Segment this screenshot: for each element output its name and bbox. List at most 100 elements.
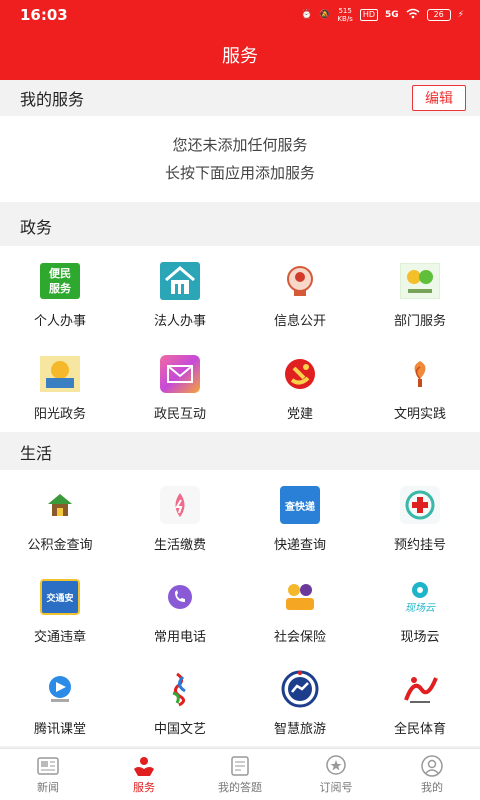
civilization-practice-icon: [399, 353, 441, 395]
service-utility[interactable]: 生活缴费: [120, 470, 240, 562]
service-smart-tourism[interactable]: 智慧旅游: [240, 654, 360, 746]
service-civilization[interactable]: 文明实践: [360, 339, 480, 431]
empty-hint-line1: 您还未添加任何服务: [172, 136, 308, 154]
utility-payment-icon: [159, 484, 201, 526]
service-label: 中国文艺: [153, 722, 206, 737]
sunshine-gov-icon: [39, 353, 81, 395]
national-sports-icon: [399, 668, 441, 710]
status-icons: ⏰ 🔕 515 KB/s HD 5G 26 ⚡: [301, 7, 464, 23]
service-label: 部门服务: [393, 314, 446, 329]
china-arts-icon: [159, 668, 201, 710]
empty-hint-line2: 长按下面应用添加服务: [164, 164, 315, 182]
service-housing-fund[interactable]: 公积金查询: [0, 470, 120, 562]
news-icon: [36, 755, 60, 777]
mute-icon: 🔕: [319, 10, 331, 20]
service-phone[interactable]: 常用电话: [120, 562, 240, 654]
social-insurance-icon: [279, 576, 321, 618]
service-label: 全民体育: [393, 722, 446, 737]
tab-quiz[interactable]: 我的答题: [192, 749, 288, 800]
status-time: 16:03: [20, 6, 68, 24]
smart-tourism-icon: [279, 668, 321, 710]
service-label: 预约挂号: [393, 538, 446, 553]
edit-button[interactable]: 编辑: [412, 85, 466, 111]
info-disclosure-icon: [279, 260, 321, 302]
traffic-violation-icon: 交通安: [39, 576, 81, 618]
page-title: 服务: [0, 30, 480, 80]
quiz-icon: [228, 755, 252, 777]
service-label: 阳光政务: [33, 407, 86, 422]
service-label: 快递查询: [273, 538, 326, 553]
gov-section-header: 政务: [0, 208, 480, 244]
service-label: 公积金查询: [27, 538, 93, 553]
service-legal[interactable]: 法人办事: [120, 246, 240, 338]
service-info[interactable]: 信息公开: [240, 246, 360, 338]
service-department[interactable]: 部门服务: [360, 246, 480, 338]
medical-appointment-icon: [399, 484, 441, 526]
service-sunshine[interactable]: 阳光政务: [0, 339, 120, 431]
tencent-classroom-icon: [39, 668, 81, 710]
service-live-cloud[interactable]: 现场云 现场云: [360, 562, 480, 654]
legal-entity-icon: [159, 260, 201, 302]
net-speed: 515 KB/s: [337, 7, 353, 23]
profile-icon: [420, 754, 444, 777]
life-section-title: 生活: [20, 444, 53, 463]
gov-grid: 便民 服务 个人办事 法人办事 信息公开 部门服务 阳光政务 政民互动 党建 文…: [0, 246, 480, 432]
subscription-icon: [324, 754, 348, 777]
service-interaction[interactable]: 政民互动: [120, 339, 240, 431]
tab-label: 我的: [421, 780, 443, 794]
service-label: 党建: [286, 407, 313, 422]
service-label: 个人办事: [33, 314, 86, 329]
hd-badge: HD: [359, 9, 379, 21]
signal-5g: 5G: [385, 10, 399, 20]
alarm-icon: ⏰: [300, 10, 313, 20]
tab-label: 服务: [133, 780, 155, 794]
service-label: 腾讯课堂: [33, 722, 86, 737]
service-label: 文明实践: [393, 407, 446, 422]
battery-indicator: 26: [426, 9, 451, 21]
service-party[interactable]: 党建: [240, 339, 360, 431]
service-china-arts[interactable]: 中国文艺: [120, 654, 240, 746]
life-grid: 公积金查询 生活缴费 查快递 快递查询 预约挂号 交通安 交通违章 常用电话 社: [0, 470, 480, 746]
service-appointment[interactable]: 预约挂号: [360, 470, 480, 562]
service-label: 生活缴费: [153, 538, 206, 553]
service-tencent-classroom[interactable]: 腾讯课堂: [0, 654, 120, 746]
tab-label: 新闻: [37, 780, 59, 794]
service-label: 社会保险: [273, 630, 326, 645]
my-services-title: 我的服务: [20, 90, 85, 109]
service-label: 法人办事: [153, 314, 206, 329]
service-label: 现场云: [400, 630, 440, 645]
status-bar: 16:03 ⏰ 🔕 515 KB/s HD 5G 26 ⚡: [0, 0, 480, 30]
my-services-header: 我的服务 编辑: [0, 80, 480, 116]
service-label: 常用电话: [153, 630, 206, 645]
department-service-icon: [399, 260, 441, 302]
phone-icon: [159, 576, 201, 618]
service-label: 信息公开: [273, 314, 326, 329]
tab-subscription[interactable]: 订阅号: [288, 749, 384, 800]
gov-section-title: 政务: [20, 218, 53, 237]
service-label: 交通违章: [33, 630, 86, 645]
wifi-icon: [406, 8, 420, 22]
tab-news[interactable]: 新闻: [0, 749, 96, 800]
service-national-sports[interactable]: 全民体育: [360, 654, 480, 746]
tab-service[interactable]: 服务: [96, 749, 192, 800]
service-label: 政民互动: [153, 407, 206, 422]
service-citizen[interactable]: 便民 服务 个人办事: [0, 246, 120, 338]
party-building-icon: [279, 353, 321, 395]
charging-icon: ⚡: [457, 10, 464, 20]
express-query-icon: 查快递: [279, 484, 321, 526]
service-label: 智慧旅游: [273, 722, 326, 737]
tab-label: 订阅号: [319, 780, 353, 794]
tab-profile[interactable]: 我的: [384, 749, 480, 800]
bottom-tab-bar: 新闻 服务 我的答题 订阅号 我的: [0, 748, 480, 800]
my-services-empty: 您还未添加任何服务 长按下面应用添加服务: [0, 116, 480, 202]
tab-label: 我的答题: [218, 780, 262, 794]
service-icon: [132, 755, 156, 777]
service-insurance[interactable]: 社会保险: [240, 562, 360, 654]
citizen-service-icon: 便民 服务: [39, 260, 81, 302]
service-traffic[interactable]: 交通安 交通违章: [0, 562, 120, 654]
mail-interaction-icon: [159, 353, 201, 395]
housing-fund-icon: [39, 484, 81, 526]
service-express[interactable]: 查快递 快递查询: [240, 470, 360, 562]
life-section-header: 生活: [0, 434, 480, 470]
live-cloud-icon: 现场云: [399, 576, 441, 618]
